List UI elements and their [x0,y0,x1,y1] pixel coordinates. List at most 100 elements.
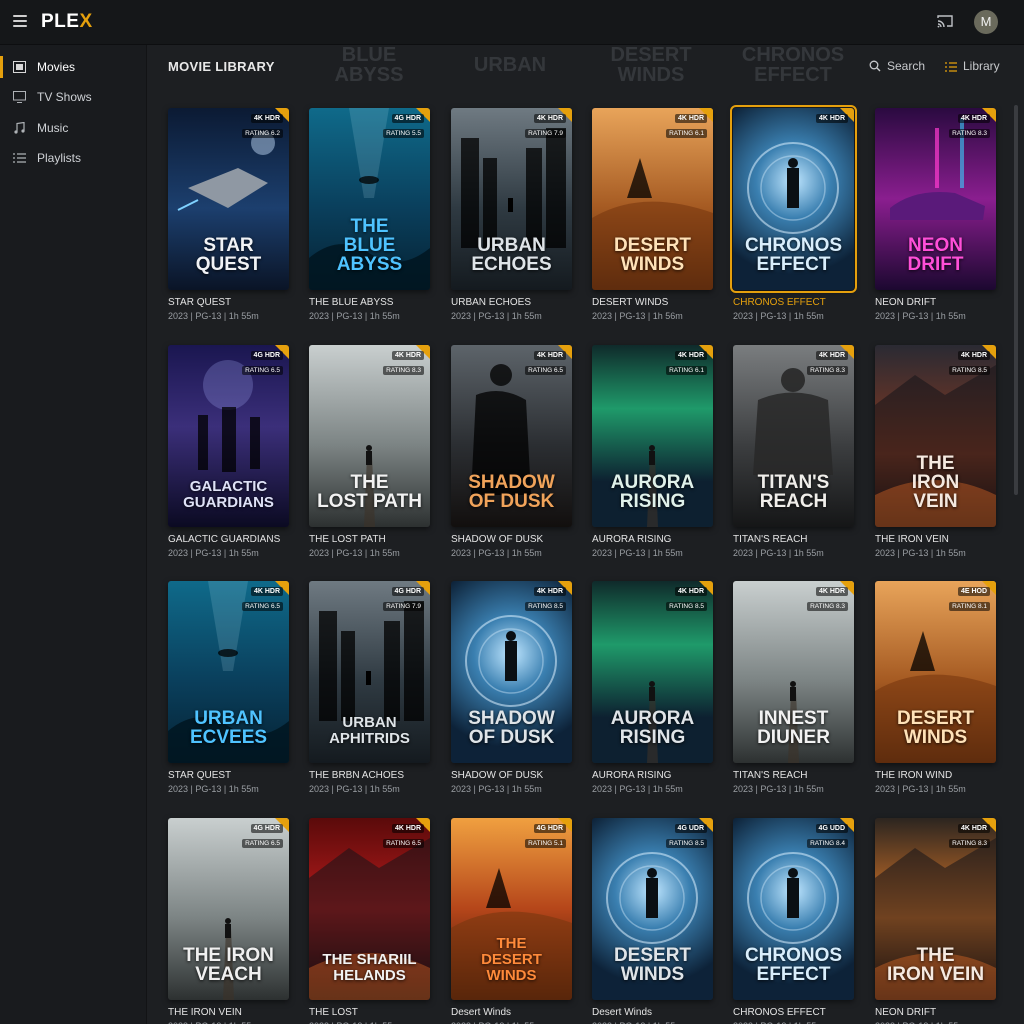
movie-poster[interactable]: 4K HDR RATING 8.3 TITAN'S REACH [733,345,854,527]
movie-meta: 2023 | PG-13 | 1h 55m [309,784,400,794]
movie-poster[interactable]: 4G HDR RATING 7.9 URBAN APHITRIDS [309,581,430,763]
movie-poster[interactable]: 4K HDR RATING 6.5 THE SHARIIL HELANDS [309,818,430,1000]
movie-card[interactable]: 4K HDR RATING 6.5 SHADOW OF DUSK SHADOW OF … [451,345,572,558]
movie-poster[interactable]: 4K HDR RATING 8.5 SHADOW OF DUSK [451,581,572,763]
user-avatar[interactable]: M [974,10,998,34]
movie-poster[interactable]: 4G UDR RATING 8.5 DESERT WINDS [592,818,713,1000]
poster-title: GALACTIC GUARDIANS [183,478,274,511]
movie-card[interactable]: 4G UDR RATING 8.5 DESERT WINDS Desert Winds… [592,818,713,1024]
movie-title[interactable]: STAR QUEST [168,770,289,781]
movie-card[interactable]: 4K HDRRATING 8.3THE IRON VEINNEON DRIFT2… [875,818,996,1024]
movie-title[interactable]: TITAN'S REACH [733,770,854,781]
movie-poster[interactable]: 4K HDR RATING 8.3 THE IRON VEIN [875,818,996,1000]
movie-poster[interactable]: 4K HDR RATING 6.5 SHADOW OF DUSK [451,345,572,527]
movie-poster[interactable]: 4E HOD RATING 8.1 DESERT WINDS [875,581,996,763]
rating-badge: RATING 6.2 [242,129,283,138]
movie-poster[interactable]: 4K HDR RATING 8.5 AURORA RISING [592,581,713,763]
movie-title[interactable]: Desert Winds [592,1007,713,1018]
movie-card[interactable]: 4K HDR RATING 6.2 STAR QUEST STAR QUEST 2023… [168,108,289,321]
sidebar-item-label: TV Shows [37,90,92,104]
movie-poster[interactable]: 4K HDR RATING 8.3 NEON DRIFT [875,108,996,290]
movie-poster[interactable]: 4K HDR RATING 8.3 THE LOST PATH [309,345,430,527]
movie-title[interactable]: CHRONOS EFFECT [733,297,854,308]
movie-title[interactable]: NEON DRIFT [875,1007,996,1018]
movie-card[interactable]: 4K HDR RATING 8.3 INNEST DIUNER TITAN'S REA… [733,581,854,794]
movie-poster[interactable]: 4G HDR RATING 6.5 GALACTIC GUARDIANS [168,345,289,527]
movie-title[interactable]: DESERT WINDS [592,297,713,308]
movie-poster[interactable]: 4K HDR RATING 8.3 INNEST DIUNER [733,581,854,763]
rating-badge: RATING 7.9 [383,602,424,611]
sidebar-item-music[interactable]: Music [0,113,146,143]
quality-badge: 4K HDR [533,351,566,360]
movie-card[interactable]: 4K HDR RATING 6.5 THE SHARIIL HELANDS THE L… [309,818,430,1024]
movie-poster[interactable]: 4K HDR RATING 6.1 DESERT WINDS [592,108,713,290]
sidebar-item-playlists[interactable]: Playlists [0,143,146,173]
movie-title[interactable]: NEON DRIFT [875,297,996,308]
movie-poster[interactable]: 4K HDR RATING 6.5 URBAN ECVEES [168,581,289,763]
plex-logo[interactable]: PLEX [41,11,93,33]
movie-title[interactable]: THE IRON VEIN [168,1007,289,1018]
movie-card[interactable]: 4G HDR RATING 6.5 GALACTIC GUARDIANS GALACT… [168,345,289,558]
movie-meta: 2023 | PG-13 | 1h 55m [733,311,824,321]
movie-card[interactable]: 4E HOD RATING 8.1 DESERT WINDS THE IRON WIN… [875,581,996,794]
poster-title: THE SHARIIL HELANDS [322,951,417,984]
search-button[interactable]: Search [869,59,925,73]
movie-poster[interactable]: 4K HDR CHRONOS EFFECT [730,105,857,293]
rating-badge: RATING 8.3 [383,366,424,375]
movie-poster[interactable]: 4G HDR RATING 6.5 THE IRON VEACH [168,818,289,1000]
quality-badge: 4K HDR [674,114,707,123]
movie-card[interactable]: 4K HDR RATING 8.3 NEON DRIFT NEON DRIFT 2023… [875,108,996,321]
rating-badge: RATING 8.5 [666,839,707,848]
movie-meta: 2023 | PG-13 | 1h 55m [451,784,542,794]
sidebar-item-movies[interactable]: Movies [0,52,146,82]
rating-badge: RATING 8.4 [807,839,848,848]
movie-card[interactable]: 4K HDR RATING 8.5 SHADOW OF DUSK SHADOW OF … [451,581,572,794]
movie-title[interactable]: TITAN'S REACH [733,534,854,545]
movie-title[interactable]: THE BRBN ACHOES [309,770,430,781]
movie-poster[interactable]: 4K HDR RATING 7.9 URBAN ECHOES [451,108,572,290]
movie-title[interactable]: AURORA RISING [592,534,713,545]
movie-title[interactable]: THE LOST [309,1007,430,1018]
movie-title[interactable]: GALACTIC GUARDIANS [168,534,289,545]
library-button[interactable]: Library [945,59,1000,73]
movie-card[interactable]: 4K HDR CHRONOS EFFECT CHRONOS EFFECT 2023 |… [730,105,857,321]
movie-card[interactable]: 4K HDR RATING 6.1 DESERT WINDS DESERT WINDS… [592,108,713,321]
movie-title[interactable]: URBAN ECHOES [451,297,572,308]
poster-title: THE IRON VEACH [183,945,274,985]
movie-card[interactable]: 4K HDR RATING 6.5 URBAN ECVEES STAR QUEST 20… [168,581,289,794]
movie-card[interactable]: 4G HDR RATING 7.9 URBAN APHITRIDS THE BRBN … [309,581,430,794]
movie-card[interactable]: 4K HDR RATING 8.3 THE LOST PATH THE LOST PA… [309,345,430,558]
movie-meta: 2023 | PG-13 | 1h 55m [875,784,966,794]
movie-title[interactable]: THE LOST PATH [309,534,430,545]
movie-title[interactable]: STAR QUEST [168,297,289,308]
movie-poster[interactable]: 4K HDR RATING 6.2 STAR QUEST [168,108,289,290]
movie-title[interactable]: CHRONOS EFFECT [733,1007,854,1018]
movie-poster[interactable]: 4K HDR RATING 6.1 AURORA RISING [592,345,713,527]
hamburger-menu-icon[interactable] [13,15,27,27]
movie-card[interactable]: 4K HDR RATING 8.5 AURORA RISING AURORA RISI… [592,581,713,794]
sidebar-item-tv-shows[interactable]: TV Shows [0,82,146,112]
movie-card[interactable]: 4G HDR RATING 5.5 THE BLUE ABYSS THE BLUE A… [309,108,430,321]
movie-title[interactable]: SHADOW OF DUSK [451,770,572,781]
movie-title[interactable]: THE IRON WIND [875,770,996,781]
cast-icon[interactable] [937,14,953,28]
scrollbar[interactable] [1014,105,1018,495]
movie-meta: 2023 | PG-13 | 1h 56m [592,311,683,321]
movie-card[interactable]: 4G HDR RATING 6.5 THE IRON VEACH THE IRON V… [168,818,289,1024]
movie-card[interactable]: 4K HDR RATING 8.3 TITAN'S REACH TITAN'S REA… [733,345,854,558]
movie-poster[interactable]: 4G HDR RATING 5.5 THE BLUE ABYSS [309,108,430,290]
movie-card[interactable]: 4K HDR RATING 6.1 AURORA RISING AURORA RISI… [592,345,713,558]
movie-card[interactable]: 4K HDR RATING 8.5 THE IRON VEIN THE IRON VE… [875,345,996,558]
movie-poster[interactable]: 4G UDD RATING 8.4 CHRONOS EFFECT [733,818,854,1000]
movie-poster[interactable]: 4K HDR RATING 8.5 THE IRON VEIN [875,345,996,527]
movie-card[interactable]: 4G UDD RATING 8.4 CHRONOS EFFECT CHRONOS EF… [733,818,854,1024]
movie-title[interactable]: AURORA RISING [592,770,713,781]
movie-title[interactable]: Desert Winds [451,1007,572,1018]
movie-title[interactable]: THE IRON VEIN [875,534,996,545]
movie-title[interactable]: THE BLUE ABYSS [309,297,430,308]
rating-badge: RATING 8.5 [525,602,566,611]
movie-card[interactable]: 4K HDR RATING 7.9 URBAN ECHOES URBAN ECHOES… [451,108,572,321]
movie-poster[interactable]: 4G HDR RATING 5.1 THE DESERT WINDS [451,818,572,1000]
movie-title[interactable]: SHADOW OF DUSK [451,534,572,545]
movie-card[interactable]: 4G HDR RATING 5.1 THE DESERT WINDS Desert W… [451,818,572,1024]
